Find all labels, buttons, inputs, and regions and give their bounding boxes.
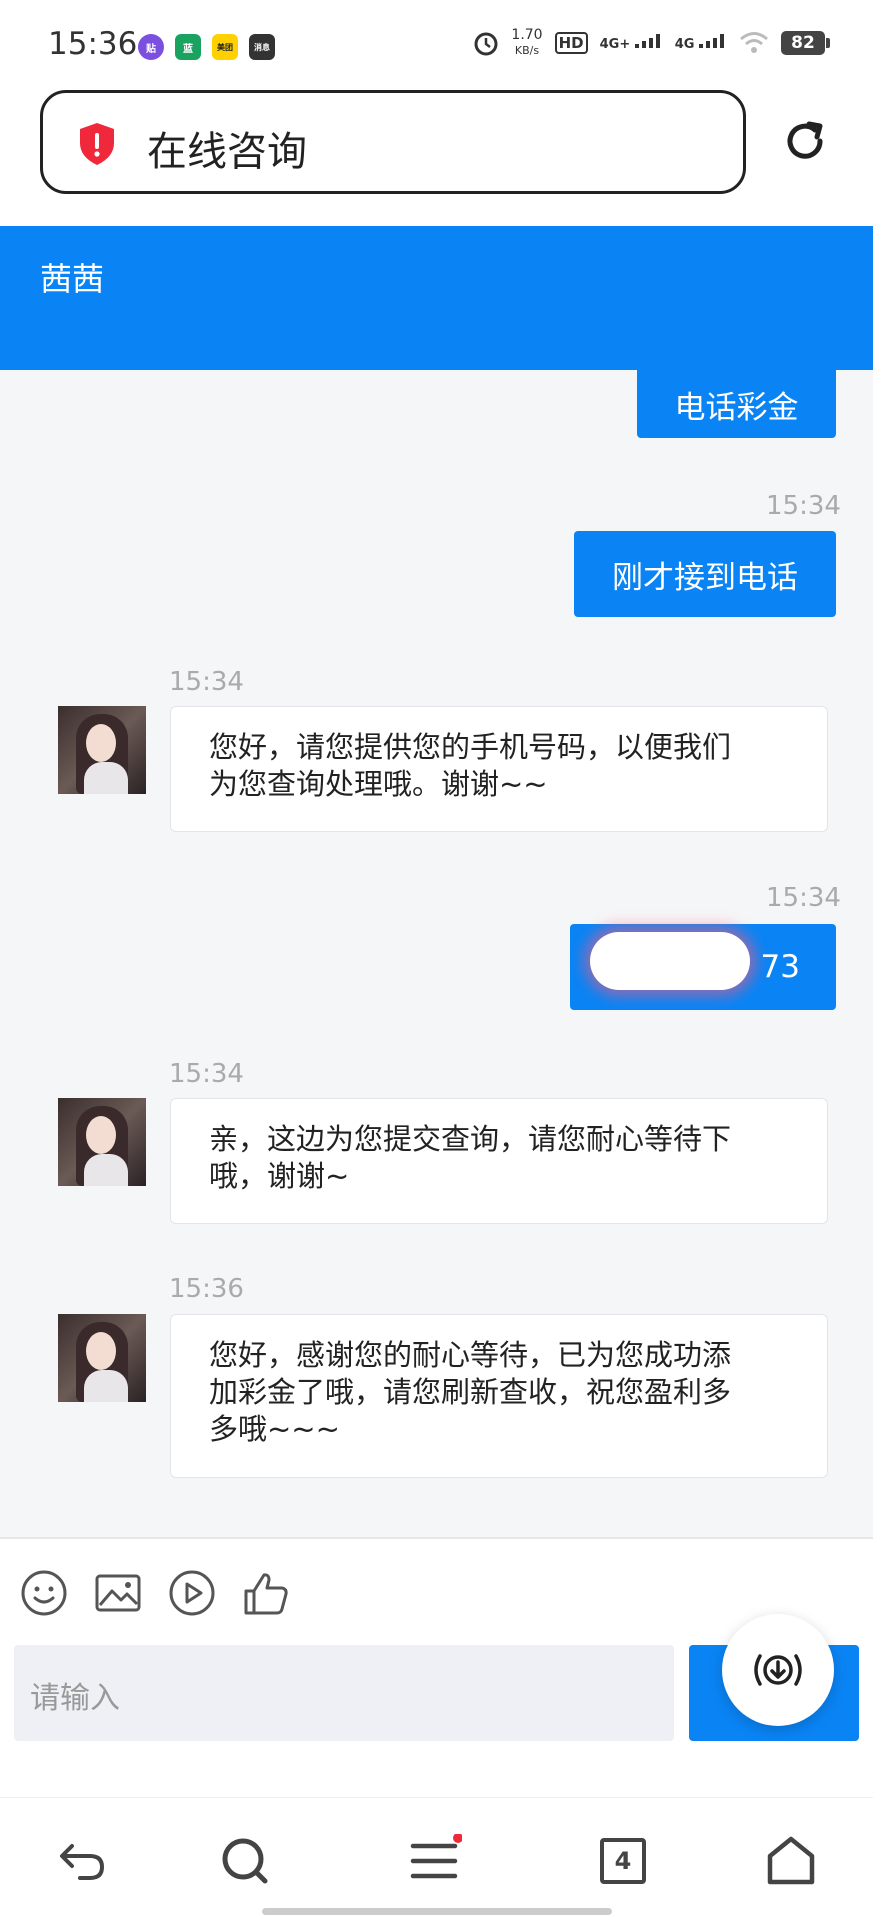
menu-icon[interactable] [408,1834,462,1888]
broadcast-download-icon [754,1654,802,1686]
message-time: 15:34 [169,667,244,697]
composer-tools [20,1569,290,1617]
hd-icon: HD [554,32,588,54]
message-time: 15:34 [766,883,841,913]
refresh-icon[interactable] [782,118,828,164]
back-icon[interactable] [56,1834,110,1888]
message-bubble-out: 电话彩金 [637,370,836,438]
status-time: 15:36 [48,26,138,62]
agent-avatar [58,1314,146,1402]
battery-icon: 82 [781,31,830,55]
chat-messages[interactable]: 电话彩金 15:34 刚才接到电话 15:34 您好，请您提供您的手机号码，以便… [0,370,873,1537]
tabs-icon[interactable]: 4 [600,1838,646,1884]
search-icon[interactable] [218,1834,272,1888]
download-float-button[interactable] [722,1614,834,1726]
signal-4g-icon: 4G [675,34,727,52]
emoji-icon[interactable] [20,1569,68,1617]
page-title: 在线咨询 [147,129,307,175]
message-bubble-out: 73 [570,924,836,1010]
notification-icons: 贴 蓝 美团 消息 [138,34,275,60]
agent-avatar [58,706,146,794]
message-time: 15:36 [169,1274,244,1304]
shield-alert-icon [80,123,114,165]
message-app-icon: 消息 [249,34,275,60]
alarm-icon [474,32,498,56]
redaction-mark [590,932,750,990]
message-input[interactable]: 请输入 [14,1645,674,1741]
home-icon[interactable] [764,1834,818,1888]
message-bubble-in: 您好，请您提供您的手机号码，以便我们 为您查询处理哦。谢谢~~ [170,706,828,832]
message-time: 15:34 [766,491,841,521]
home-indicator [262,1908,612,1915]
message-bubble-in: 亲，这边为您提交查询，请您耐心等待下 哦，谢谢~ [170,1098,828,1224]
blue-app-icon: 蓝 [175,34,201,60]
meituan-app-icon: 美团 [212,34,238,60]
image-icon[interactable] [94,1569,142,1617]
status-indicators: 1.70 KB/s HD 4G+ 4G 82 [473,27,830,58]
tie-app-icon: 贴 [138,34,164,60]
status-bar: 15:36 贴 蓝 美团 消息 1.70 KB/s HD 4G+ 4G 82 [0,0,873,92]
agent-name: 茜茜 [40,260,105,298]
video-icon[interactable] [168,1569,216,1617]
signal-4g-plus-icon: 4G+ [600,34,663,52]
wifi-icon [740,32,768,53]
chat-header: 茜茜 [0,226,873,370]
agent-avatar [58,1098,146,1186]
message-time: 15:34 [169,1059,244,1089]
message-bubble-out: 刚才接到电话 [574,531,836,617]
bottom-nav: 4 [0,1797,873,1920]
message-bubble-in: 您好，感谢您的耐心等待，已为您成功添 加彩金了哦，请您刷新查收，祝您盈利多 多哦… [170,1314,828,1478]
like-icon[interactable] [242,1569,290,1617]
net-speed: 1.70 KB/s [511,27,543,58]
address-bar[interactable]: 在线咨询 [40,90,746,194]
